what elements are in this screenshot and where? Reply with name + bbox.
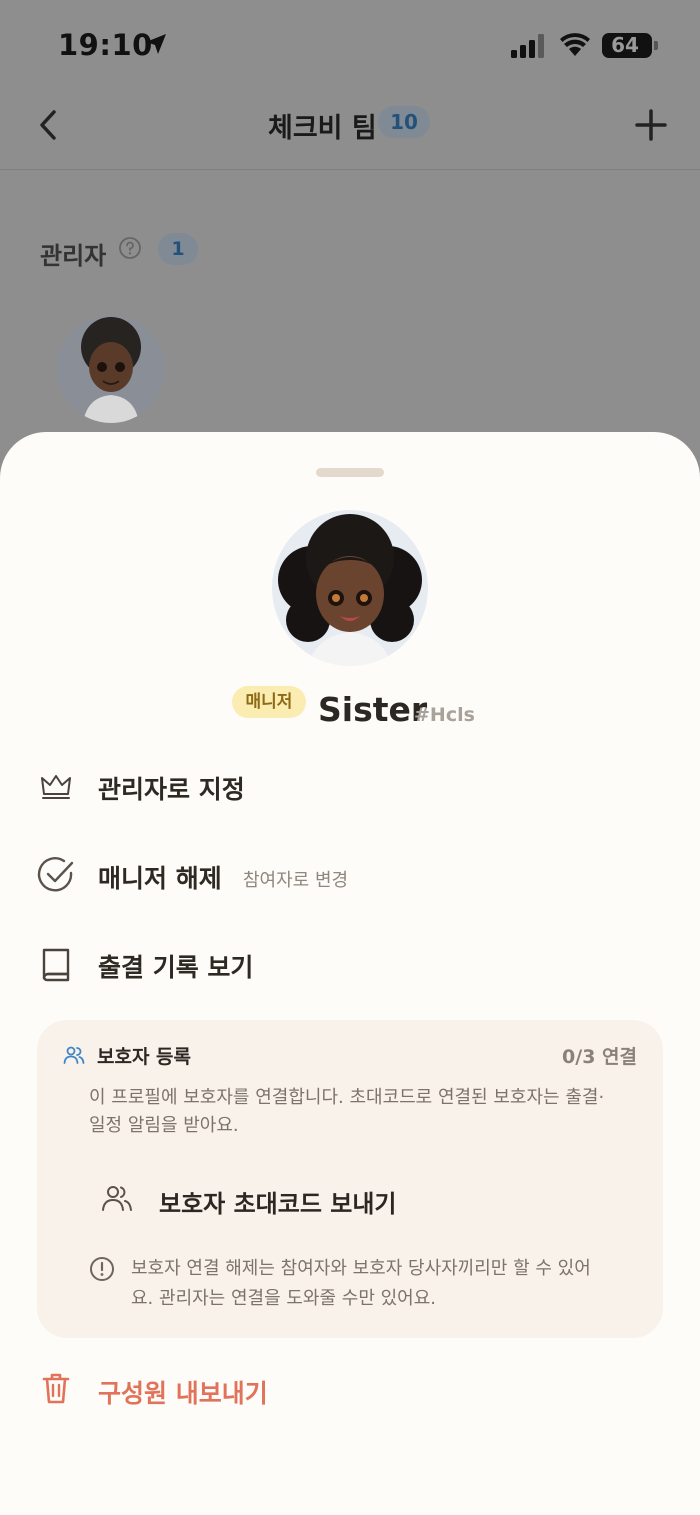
book-icon [42, 948, 70, 982]
help-icon[interactable] [118, 236, 142, 260]
users-icon [102, 1186, 132, 1211]
nav-bar: 체크비 팀 10 [0, 90, 700, 170]
guardian-title: 보호자 등록 [97, 1046, 192, 1068]
wifi-icon [560, 33, 590, 56]
attendance-history-button[interactable]: 출결 기록 보기 [0, 928, 700, 998]
member-tag: #Hcls [414, 704, 475, 726]
battery-tip [654, 41, 658, 50]
guardian-description: 이 프로필에 보호자를 연결합니다. 초대코드로 연결된 보호자는 출결·일정 … [89, 1087, 605, 1136]
release-manager-sub: 참여자로 변경 [243, 870, 349, 891]
send-guardian-invite-button[interactable]: 보호자 초대코드 보내기 [87, 1164, 487, 1234]
attendance-history-label: 출결 기록 보기 [98, 953, 254, 982]
release-manager-button[interactable]: 매니저 해제 참여자로 변경 [0, 839, 700, 909]
cellular-signal-icon [511, 34, 544, 58]
location-arrow-icon [146, 34, 166, 54]
manager-badge: 매니저 [232, 686, 306, 718]
send-guardian-invite-label: 보호자 초대코드 보내기 [159, 1190, 397, 1218]
set-admin-label: 관리자로 지정 [98, 775, 245, 804]
profile-avatar-image [278, 514, 422, 666]
users-icon [63, 1046, 85, 1064]
guardian-registration-card: 보호자 등록 0/3 연결 이 프로필에 보호자를 연결합니다. 초대코드로 연… [37, 1020, 663, 1338]
release-manager-label: 매니저 해제 [98, 864, 222, 893]
add-icon[interactable] [634, 108, 668, 142]
member-name: Sister [318, 690, 428, 729]
admin-avatar-image [81, 317, 141, 423]
guardian-connection-status: 0/3 연결 [562, 1046, 637, 1068]
battery-level: 64 [611, 33, 639, 57]
guardian-note: 보호자 연결 해제는 참여자와 보호자 당사자끼리만 할 수 있어요. 관리자는… [131, 1258, 591, 1309]
admin-section-title: 관리자 [40, 242, 107, 270]
info-alert-icon [90, 1257, 114, 1281]
member-bottom-sheet: 매니저 Sister #Hcls 관리자로 지정 매니저 해제 참여자로 변경 … [0, 432, 700, 1515]
status-bar: 19:10 64 [0, 0, 700, 90]
sheet-grabber[interactable] [316, 468, 384, 477]
admin-count-badge: 1 [158, 233, 198, 265]
member-count-badge: 10 [378, 106, 430, 138]
page-title: 체크비 팀 [268, 113, 377, 144]
trash-icon [42, 1373, 70, 1404]
status-time: 19:10 [58, 28, 153, 62]
profile-avatar [272, 510, 428, 666]
admin-avatar[interactable] [57, 315, 165, 423]
remove-member-button[interactable]: 구성원 내보내기 [0, 1352, 700, 1422]
back-chevron-icon[interactable] [36, 108, 62, 142]
crown-icon [41, 775, 71, 799]
remove-member-label: 구성원 내보내기 [98, 1379, 268, 1408]
check-circle-icon [37, 857, 74, 892]
battery-icon: 64 [602, 33, 652, 58]
set-admin-button[interactable]: 관리자로 지정 [0, 750, 700, 820]
